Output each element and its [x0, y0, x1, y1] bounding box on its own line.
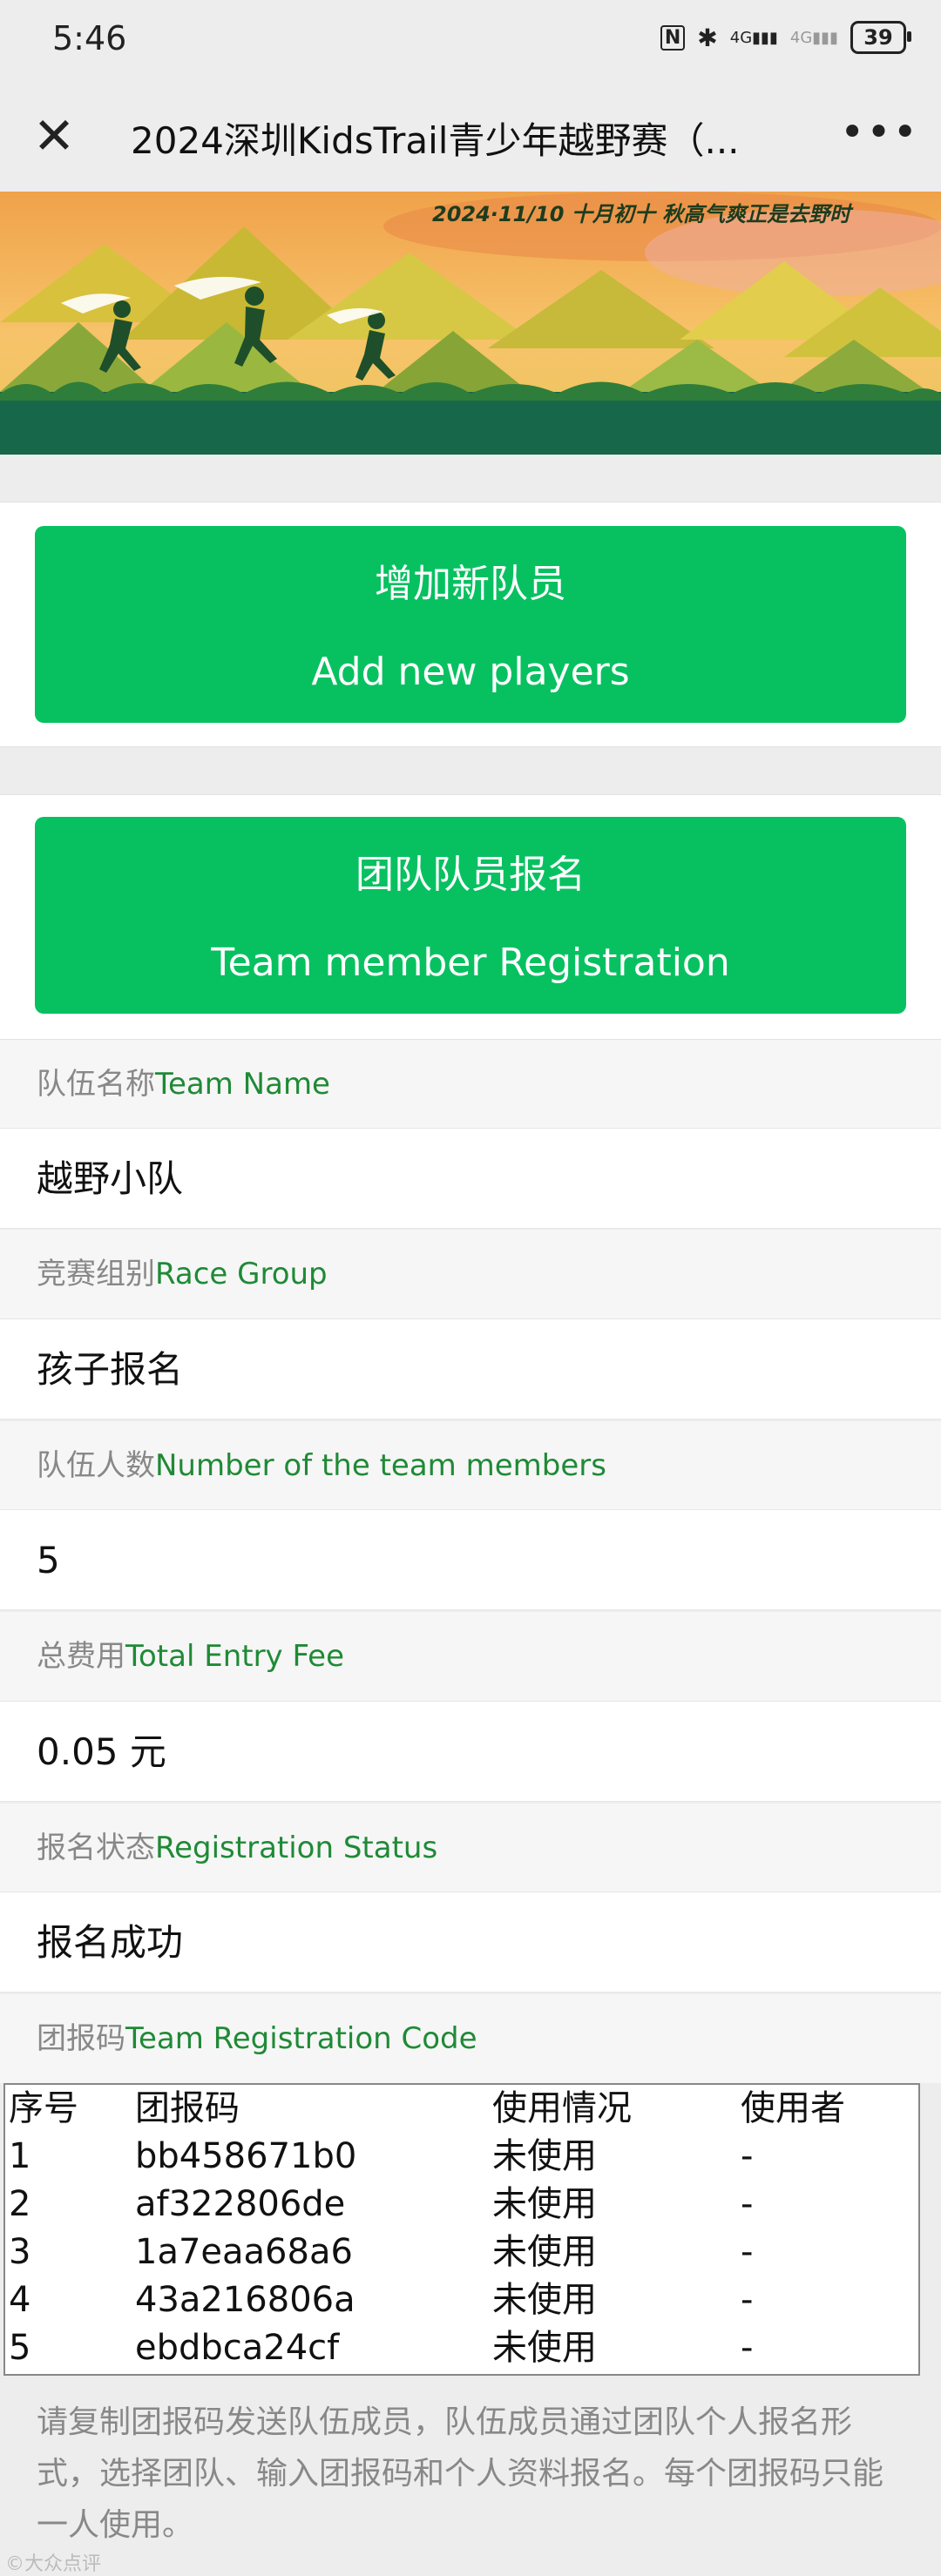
table-row: 2 af322806de 未使用 -: [5, 2181, 918, 2229]
row-user: -: [741, 2328, 754, 2368]
add-players-panel: 增加新队员 Add new players: [0, 502, 941, 747]
table-header-row: 序号 团报码 使用情况 使用者: [5, 2085, 918, 2133]
row-index: 5: [9, 2328, 31, 2368]
row-usage: 未使用: [492, 2184, 597, 2224]
row-code[interactable]: 43a216806a: [132, 2276, 489, 2324]
team-name-label: 队伍名称Team Name: [0, 1040, 941, 1129]
row-index: 2: [9, 2184, 31, 2224]
row-index: 1: [9, 2136, 31, 2176]
row-code[interactable]: ebdbca24cf: [132, 2324, 489, 2372]
header-user: 使用者: [741, 2088, 845, 2128]
registration-status-value: 报名成功: [0, 1892, 941, 1993]
watermark: ©大众点评: [5, 2553, 102, 2575]
row-code[interactable]: af322806de: [132, 2181, 489, 2229]
member-count-label: 队伍人数Number of the team members: [0, 1421, 941, 1510]
table-row: 4 43a216806a 未使用 -: [5, 2276, 918, 2324]
bluetooth-icon: ✱: [697, 23, 718, 52]
member-count-value: 5: [0, 1509, 941, 1610]
row-index: 4: [9, 2280, 31, 2320]
status-icons: N ✱ 4G▮▮▮ 4G▮▮▮ 39: [660, 21, 911, 54]
entry-fee-label: 总费用Total Entry Fee: [0, 1612, 941, 1701]
header-index: 序号: [9, 2088, 78, 2128]
status-bar: 5:46 N ✱ 4G▮▮▮ 4G▮▮▮ 39: [0, 0, 941, 80]
entry-fee-value: 0.05 元: [0, 1701, 941, 1802]
team-registration-label-cn: 团队队员报名: [355, 853, 586, 897]
row-usage: 未使用: [492, 2136, 597, 2176]
battery-icon: 39: [850, 21, 911, 54]
member-count-label-en: Number of the team members: [155, 1448, 606, 1483]
signal-icon-2: 4G▮▮▮: [789, 28, 838, 47]
row-user: -: [741, 2184, 754, 2224]
signal-icon: 4G▮▮▮: [729, 28, 778, 47]
status-time: 5:46: [52, 19, 127, 57]
row-code[interactable]: 1a7eaa68a6: [132, 2229, 489, 2276]
close-icon[interactable]: ✕: [26, 108, 82, 164]
race-group-value: 孩子报名: [0, 1318, 941, 1419]
add-players-label-cn: 增加新队员: [375, 562, 566, 606]
team-code-label: 团报码Team Registration Code: [0, 1994, 941, 2083]
row-code[interactable]: bb458671b0: [132, 2133, 489, 2181]
registration-status-label: 报名状态Registration Status: [0, 1804, 941, 1892]
row-user: -: [741, 2136, 754, 2176]
race-group-label-en: Race Group: [155, 1257, 328, 1291]
registration-status-label-en: Registration Status: [155, 1831, 438, 1865]
header-code: 团报码: [135, 2088, 240, 2128]
row-usage: 未使用: [492, 2280, 597, 2320]
entry-fee-label-cn: 总费用: [37, 1639, 125, 1674]
signal-label-2: 4G: [789, 28, 813, 47]
battery-level: 39: [863, 25, 893, 50]
row-usage: 未使用: [492, 2232, 597, 2272]
event-banner: 2024·11/10 十月初十 秋高气爽正是去野时: [0, 192, 941, 455]
team-code-label-en: Team Registration Code: [125, 2021, 477, 2056]
page-title: 2024深圳KidsTrail青少年越野赛（...: [131, 119, 740, 162]
nfc-icon: N: [660, 24, 686, 51]
header-usage: 使用情况: [492, 2088, 632, 2128]
nav-bar: ✕ 2024深圳KidsTrail青少年越野赛（... •••: [0, 80, 941, 192]
team-name-value: 越野小队: [0, 1128, 941, 1229]
team-code-table: 序号 团报码 使用情况 使用者 1 bb458671b0 未使用 - 2 af3…: [3, 2083, 920, 2376]
table-row: 1 bb458671b0 未使用 -: [5, 2133, 918, 2181]
entry-fee-label-en: Total Entry Fee: [125, 1639, 345, 1674]
row-index: 3: [9, 2232, 31, 2272]
team-registration-panel: 团队队员报名 Team member Registration: [0, 794, 941, 1040]
race-group-label: 竞赛组别Race Group: [0, 1230, 941, 1318]
team-name-label-cn: 队伍名称: [37, 1067, 155, 1102]
registration-status-label-cn: 报名状态: [37, 1831, 155, 1865]
banner-caption: 2024·11/10 十月初十 秋高气爽正是去野时: [432, 202, 851, 226]
instruction-note: 请复制团报码发送队伍成员，队伍成员通过团队个人报名形式，选择团队、输入团报码和个…: [37, 2404, 884, 2543]
member-count-label-cn: 队伍人数: [37, 1448, 155, 1483]
add-players-button[interactable]: 增加新队员 Add new players: [35, 526, 906, 723]
add-players-label-en: Add new players: [311, 650, 630, 694]
team-registration-button[interactable]: 团队队员报名 Team member Registration: [35, 817, 906, 1014]
team-registration-label-en: Team member Registration: [211, 941, 730, 985]
code-table: 序号 团报码 使用情况 使用者 1 bb458671b0 未使用 - 2 af3…: [5, 2085, 918, 2372]
race-group-label-cn: 竞赛组别: [37, 1257, 155, 1291]
team-code-label-cn: 团报码: [37, 2021, 125, 2056]
team-name-label-en: Team Name: [155, 1067, 330, 1102]
row-usage: 未使用: [492, 2328, 597, 2368]
banner-illustration: [0, 192, 941, 455]
row-user: -: [741, 2232, 754, 2272]
signal-label: 4G: [729, 28, 753, 47]
row-user: -: [741, 2280, 754, 2320]
table-row: 5 ebdbca24cf 未使用 -: [5, 2324, 918, 2372]
table-row: 3 1a7eaa68a6 未使用 -: [5, 2229, 918, 2276]
more-icon[interactable]: •••: [840, 108, 917, 164]
